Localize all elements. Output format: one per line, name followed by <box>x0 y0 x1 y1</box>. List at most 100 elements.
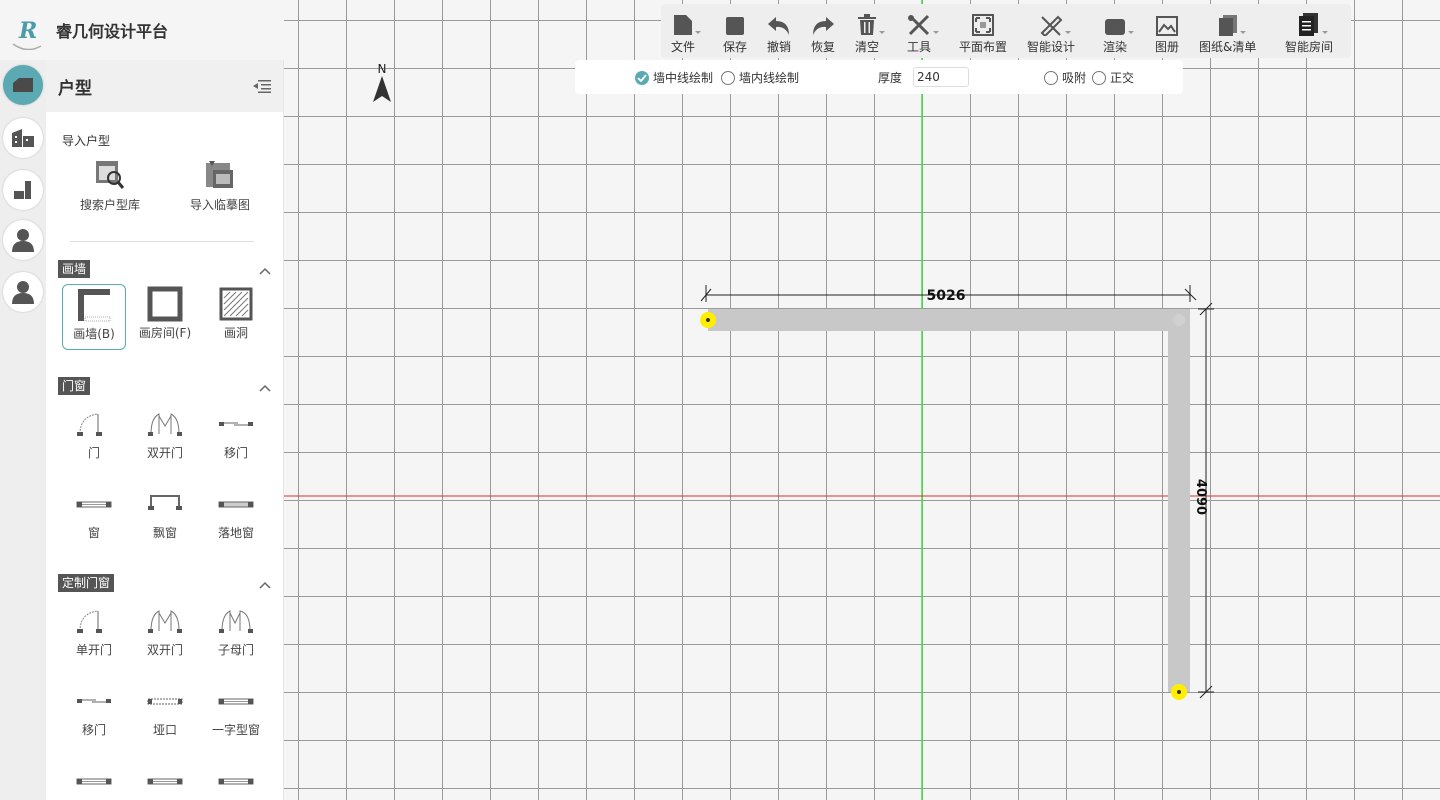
toolbar-save-button[interactable]: 保存 <box>723 10 747 56</box>
single-door-tool[interactable]: 单开门 <box>62 601 126 665</box>
toolbar-redo-button[interactable]: 恢复 <box>811 10 835 56</box>
toolbar-clear-label: 清空 <box>855 40 880 54</box>
window-tool-extra-2[interactable] <box>133 761 197 800</box>
wall-right[interactable] <box>1168 309 1190 692</box>
bay-window-label: 飘窗 <box>152 526 177 540</box>
furniture-icon <box>14 181 31 199</box>
double-door-tool[interactable]: 双开门 <box>133 404 197 468</box>
window-icon <box>76 778 112 785</box>
draw-wall-tool[interactable]: 画墙(B) <box>62 284 126 350</box>
search-floorplan-library-button[interactable]: 搜索户型库 <box>60 160 160 213</box>
toolbar-smart-room-label: 智能房间 <box>1285 40 1334 54</box>
sliding-door-icon <box>219 422 253 426</box>
dimension-vertical-label: 4090 <box>1193 479 1208 515</box>
orthogonal-label: 正交 <box>1110 71 1135 85</box>
chevron-up-icon[interactable] <box>259 579 271 591</box>
single-door-label: 单开门 <box>75 643 112 657</box>
door-tool[interactable]: 门 <box>62 404 126 468</box>
import-section-label: 导入户型 <box>62 134 111 148</box>
mother-child-door-icon <box>219 610 253 633</box>
straight-window-tool[interactable]: 一字型窗 <box>204 681 268 745</box>
toolbar-file-label: 文件 <box>671 40 696 54</box>
center-line-option[interactable]: 墙中线绘制 <box>635 69 713 86</box>
thickness-input[interactable] <box>913 67 969 87</box>
snap-option[interactable]: 吸附 <box>1044 69 1086 86</box>
rail-furniture-button[interactable] <box>3 170 43 210</box>
doorway-tool[interactable]: 垭口 <box>133 681 197 745</box>
rail-user-button[interactable] <box>3 220 43 260</box>
toolbar-album-button[interactable]: 图册 <box>1155 10 1179 56</box>
north-indicator: N <box>372 62 392 106</box>
straight-window-label: 一字型窗 <box>211 723 260 737</box>
doors-windows-section-tag: 门窗 <box>58 377 91 395</box>
custom-sliding-door-tool[interactable]: 移门 <box>62 681 126 745</box>
toolbar-drawings-button[interactable]: 图纸&清单 <box>1199 10 1256 56</box>
mother-child-door-label: 子母门 <box>217 643 254 657</box>
sliding-door-tool[interactable]: 移门 <box>204 404 268 468</box>
floor-window-tool[interactable]: 落地窗 <box>204 484 268 548</box>
draw-opening-tool[interactable]: 画洞 <box>204 284 268 348</box>
draw-wall-label: 画墙(B) <box>73 327 115 341</box>
chevron-up-icon[interactable] <box>259 382 271 394</box>
toolbar-render-button[interactable]: 渲染 <box>1103 10 1134 56</box>
toolbar-tools-button[interactable]: 工具 <box>907 10 939 56</box>
app-title: 睿几何设计平台 <box>56 22 169 41</box>
dimension-horizontal-label: 5026 <box>927 288 966 304</box>
bay-window-icon <box>148 495 182 510</box>
toolbar-smart-design-button[interactable]: 智能设计 <box>1027 10 1075 56</box>
bay-window-tool[interactable]: 飘窗 <box>133 484 197 548</box>
toolbar-smart-room-button[interactable]: 智能房间 <box>1285 10 1333 56</box>
draw-opening-label: 画洞 <box>223 326 248 340</box>
wall-top[interactable] <box>708 309 1190 331</box>
inner-line-option[interactable]: 墙内线绘制 <box>721 69 799 86</box>
custom-double-door-tool[interactable]: 双开门 <box>133 601 197 665</box>
window-tool[interactable]: 窗 <box>62 484 126 548</box>
import-sketch-icon <box>206 161 233 188</box>
toolbar-clear-button[interactable]: 清空 <box>855 10 885 56</box>
draw-wall-section-tag: 画墙 <box>58 260 91 278</box>
toolbar-album-label: 图册 <box>1155 40 1180 54</box>
window-tool-extra-1[interactable] <box>62 761 126 800</box>
inner-line-label: 墙内线绘制 <box>739 71 800 85</box>
panel-title: 户型 <box>58 78 92 99</box>
double-door-icon <box>148 413 182 436</box>
panel-header: 户型 <box>46 60 283 112</box>
app-logo-icon: R <box>10 10 44 51</box>
album-icon <box>1156 16 1178 36</box>
single-door-icon <box>77 610 102 633</box>
draw-wall-icon <box>78 289 111 322</box>
render-icon <box>1105 19 1125 35</box>
radio-icon <box>721 70 735 85</box>
import-sketch-button[interactable]: 导入临摹图 <box>170 160 270 213</box>
floorplan-icon <box>13 78 33 92</box>
collapse-panel-icon[interactable] <box>253 79 271 93</box>
rail-account-button[interactable] <box>3 272 43 312</box>
window-icon <box>218 778 254 785</box>
toolbar-file-button[interactable]: 文件 <box>671 10 701 56</box>
toolbar-layout-button[interactable]: 平面布置 <box>959 10 1007 56</box>
rail-floorplan-button[interactable] <box>3 65 43 105</box>
wall-corner-point[interactable] <box>1173 314 1185 326</box>
draw-room-tool[interactable]: 画房间(F) <box>133 284 197 348</box>
window-tool-extra-3[interactable] <box>204 761 268 800</box>
toolbar-layout-label: 平面布置 <box>959 40 1008 54</box>
double-door-label: 双开门 <box>146 446 183 460</box>
custom-double-door-icon <box>148 610 182 633</box>
save-icon <box>726 17 744 35</box>
floor-window-icon <box>218 501 254 508</box>
orthogonal-option[interactable]: 正交 <box>1092 69 1134 86</box>
left-icon-rail <box>0 60 46 800</box>
drawings-icon <box>1218 15 1237 36</box>
floorplan-panel: 户型 导入户型 搜索户型库 导入临摹图 画墙 画墙(B) 画房间(F) 画洞 门… <box>46 60 284 800</box>
wall-endpoint-start-dot <box>706 318 710 322</box>
toolbar-undo-button[interactable]: 撤销 <box>767 10 791 56</box>
north-arrow-icon <box>373 76 391 102</box>
toolbar-render-label: 渲染 <box>1103 40 1128 54</box>
rail-building-button[interactable] <box>3 118 43 158</box>
mother-child-door-tool[interactable]: 子母门 <box>204 601 268 665</box>
draw-opening-icon <box>219 287 253 321</box>
toolbar-drawings-label: 图纸&清单 <box>1199 40 1257 54</box>
door-label: 门 <box>87 446 100 460</box>
chevron-up-icon[interactable] <box>259 265 271 277</box>
snap-label: 吸附 <box>1062 71 1087 85</box>
